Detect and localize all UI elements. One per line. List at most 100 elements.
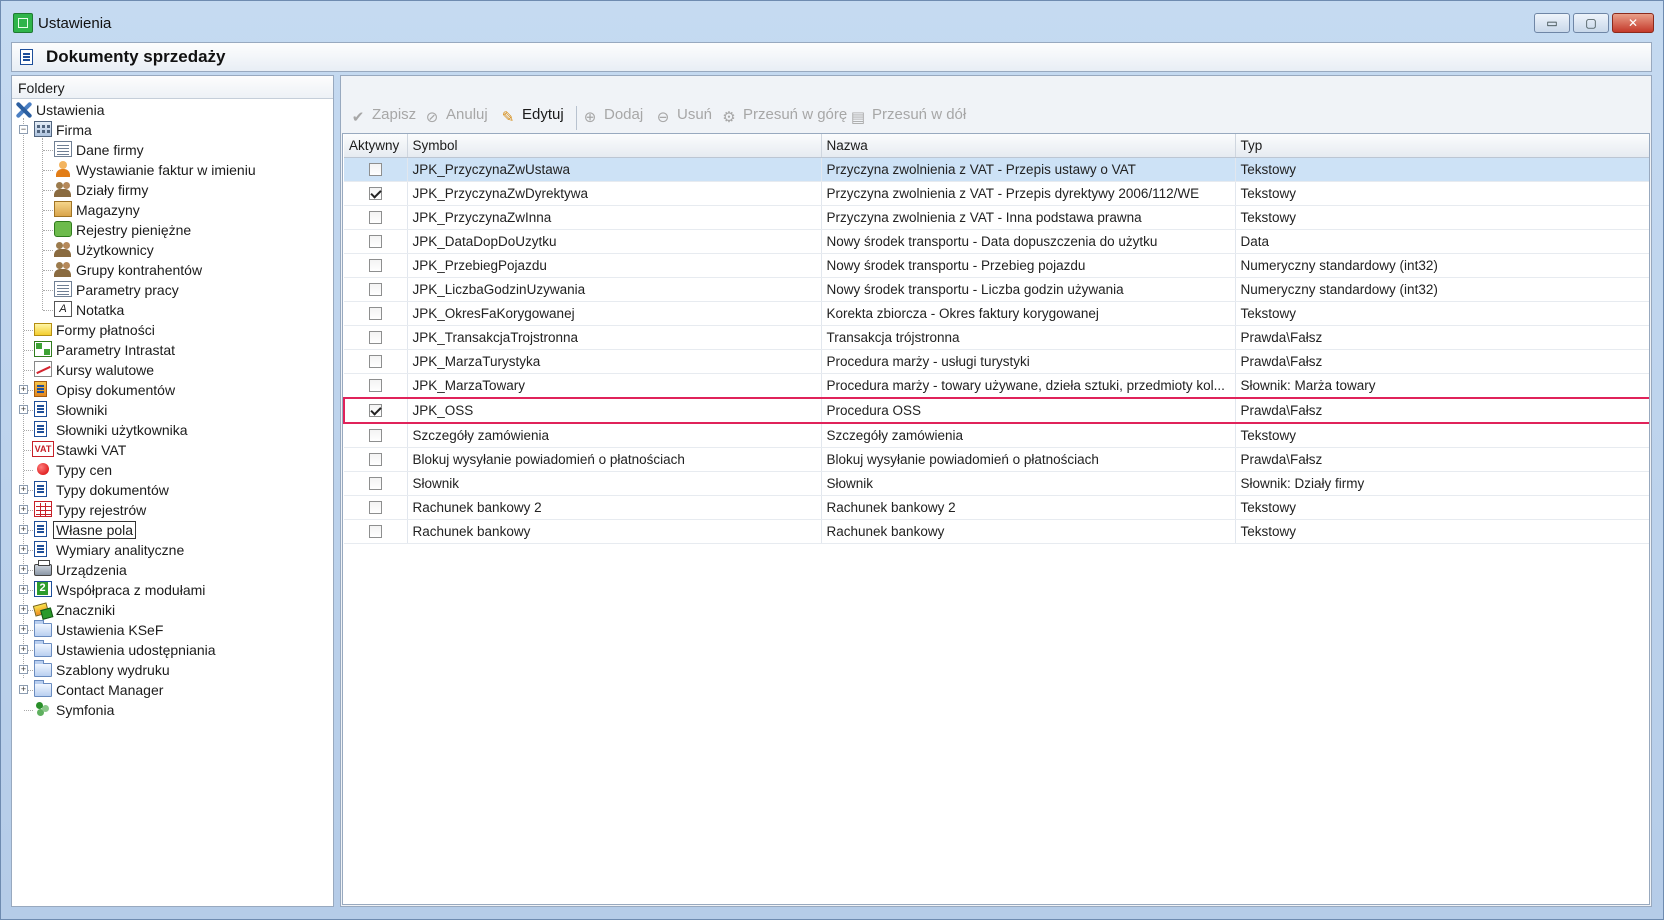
- expand-toggle[interactable]: +: [19, 605, 28, 614]
- active-cell[interactable]: [344, 349, 408, 374]
- active-checkbox[interactable]: [368, 307, 382, 320]
- active-cell[interactable]: [344, 253, 408, 278]
- toolbar-button-cancel[interactable]: ⊘ Anuluj: [423, 106, 488, 128]
- type-cell[interactable]: Tekstowy: [1235, 495, 1649, 520]
- active-cell[interactable]: [344, 423, 408, 448]
- active-cell[interactable]: [344, 157, 408, 182]
- table-row[interactable]: JPK_TransakcjaTrojstronna Transakcja trój…: [344, 325, 1649, 350]
- active-cell[interactable]: [344, 373, 408, 399]
- symbol-cell[interactable]: JPK_PrzyczynaZwUstawa: [407, 157, 822, 182]
- name-cell[interactable]: Blokuj wysyłanie powiadomień o płatności…: [821, 447, 1236, 472]
- column-header-typ[interactable]: Typ: [1235, 134, 1649, 158]
- table-row[interactable]: Szczegóły zamówienia Szczegóły zamówienia…: [344, 423, 1649, 448]
- toolbar-button-plus[interactable]: ⊕ Dodaj: [581, 106, 644, 128]
- table-row[interactable]: JPK_LiczbaGodzinUzywania Nowy środek tran…: [344, 277, 1649, 302]
- column-header-nazwa[interactable]: Nazwa: [821, 134, 1236, 158]
- table-row[interactable]: JPK_MarzaTowary Procedura marży - towary …: [344, 373, 1649, 399]
- active-checkbox[interactable]: [368, 163, 382, 176]
- name-cell[interactable]: Rachunek bankowy: [821, 519, 1236, 544]
- active-cell[interactable]: [344, 495, 408, 520]
- active-cell[interactable]: [343, 397, 408, 424]
- symbol-cell[interactable]: JPK_TransakcjaTrojstronna: [407, 325, 822, 350]
- table-row[interactable]: Blokuj wysyłanie powiadomień o płatności…: [344, 447, 1649, 472]
- active-checkbox[interactable]: [368, 331, 382, 344]
- active-checkbox[interactable]: [368, 429, 382, 442]
- active-cell[interactable]: [344, 229, 408, 254]
- symbol-cell[interactable]: Rachunek bankowy: [407, 519, 822, 544]
- table-row[interactable]: JPK_PrzebiegPojazdu Nowy środek transport…: [344, 253, 1649, 278]
- type-cell[interactable]: Tekstowy: [1235, 181, 1649, 206]
- type-cell[interactable]: Numeryczny standardowy (int32): [1235, 253, 1649, 278]
- active-cell[interactable]: [344, 325, 408, 350]
- type-cell[interactable]: Tekstowy: [1235, 423, 1649, 448]
- active-checkbox[interactable]: [368, 187, 382, 200]
- symbol-cell[interactable]: Blokuj wysyłanie powiadomień o płatności…: [407, 447, 822, 472]
- type-cell[interactable]: Tekstowy: [1235, 519, 1649, 544]
- table-row[interactable]: Rachunek bankowy Rachunek bankowy Tekstowy: [344, 519, 1649, 544]
- table-row[interactable]: JPK_OSS Procedura OSS Prawda\Fałsz: [343, 397, 1649, 424]
- name-cell[interactable]: Szczegóły zamówienia: [821, 423, 1236, 448]
- table-row[interactable]: Rachunek bankowy 2 Rachunek bankowy 2 Teks…: [344, 495, 1649, 520]
- active-cell[interactable]: [344, 301, 408, 326]
- active-checkbox[interactable]: [368, 211, 382, 224]
- toolbar-button-pencil[interactable]: ✎ Edytuj: [499, 106, 564, 128]
- symbol-cell[interactable]: JPK_PrzyczynaZwInna: [407, 205, 822, 230]
- table-row[interactable]: JPK_DataDopDoUzytku Nowy środek transport…: [344, 229, 1649, 254]
- name-cell[interactable]: Procedura marży - usługi turystyki: [821, 349, 1236, 374]
- name-cell[interactable]: Procedura marży - towary używane, dzieła…: [821, 373, 1236, 399]
- toolbar-button-move-down[interactable]: ▤ Przesuń w dół: [849, 106, 966, 128]
- active-checkbox[interactable]: [368, 235, 382, 248]
- name-cell[interactable]: Procedura OSS: [821, 397, 1236, 424]
- name-cell[interactable]: Przyczyna zwolnienia z VAT - Przepis ust…: [821, 157, 1236, 182]
- symbol-cell[interactable]: JPK_OSS: [407, 397, 822, 424]
- toolbar-button-minus[interactable]: ⊖ Usuń: [654, 106, 712, 128]
- symbol-cell[interactable]: Słownik: [407, 471, 822, 496]
- active-checkbox[interactable]: [368, 477, 382, 490]
- expand-toggle[interactable]: +: [19, 505, 28, 514]
- expand-toggle[interactable]: +: [19, 485, 28, 494]
- name-cell[interactable]: Słownik: [821, 471, 1236, 496]
- active-checkbox[interactable]: [368, 525, 382, 538]
- symbol-cell[interactable]: Szczegóły zamówienia: [407, 423, 822, 448]
- active-cell[interactable]: [344, 471, 408, 496]
- name-cell[interactable]: Transakcja trójstronna: [821, 325, 1236, 350]
- expand-toggle[interactable]: +: [19, 565, 28, 574]
- expand-toggle[interactable]: +: [19, 665, 28, 674]
- table-row[interactable]: JPK_PrzyczynaZwUstawa Przyczyna zwolnieni…: [344, 157, 1649, 182]
- active-cell[interactable]: [344, 181, 408, 206]
- type-cell[interactable]: Tekstowy: [1235, 301, 1649, 326]
- active-checkbox[interactable]: [368, 501, 382, 514]
- type-cell[interactable]: Prawda\Fałsz: [1235, 397, 1649, 424]
- type-cell[interactable]: Data: [1235, 229, 1649, 254]
- active-cell[interactable]: [344, 519, 408, 544]
- type-cell[interactable]: Tekstowy: [1235, 157, 1649, 182]
- name-cell[interactable]: Przyczyna zwolnienia z VAT - Przepis dyr…: [821, 181, 1236, 206]
- name-cell[interactable]: Rachunek bankowy 2: [821, 495, 1236, 520]
- expand-toggle[interactable]: +: [19, 545, 28, 554]
- type-cell[interactable]: Prawda\Fałsz: [1235, 349, 1649, 374]
- symbol-cell[interactable]: Rachunek bankowy 2: [407, 495, 822, 520]
- type-cell[interactable]: Prawda\Fałsz: [1235, 447, 1649, 472]
- expand-toggle[interactable]: +: [19, 585, 28, 594]
- toolbar-button-move-up[interactable]: ⚙ Przesuń w górę: [720, 106, 847, 128]
- table-row[interactable]: JPK_PrzyczynaZwInna Przyczyna zwolnienia …: [344, 205, 1649, 230]
- type-cell[interactable]: Numeryczny standardowy (int32): [1235, 277, 1649, 302]
- expand-toggle[interactable]: +: [19, 405, 28, 414]
- minimize-button[interactable]: ▭: [1534, 13, 1570, 33]
- symbol-cell[interactable]: JPK_MarzaTurystyka: [407, 349, 822, 374]
- close-button[interactable]: ✕: [1612, 13, 1654, 33]
- expand-toggle[interactable]: +: [19, 385, 28, 394]
- expand-toggle[interactable]: +: [19, 685, 28, 694]
- name-cell[interactable]: Nowy środek transportu - Przebieg pojazd…: [821, 253, 1236, 278]
- name-cell[interactable]: Nowy środek transportu - Liczba godzin u…: [821, 277, 1236, 302]
- symbol-cell[interactable]: JPK_PrzyczynaZwDyrektywa: [407, 181, 822, 206]
- active-checkbox[interactable]: [368, 355, 382, 368]
- table-row[interactable]: Słownik Słownik Słownik: Działy firmy: [344, 471, 1649, 496]
- expand-toggle[interactable]: +: [19, 645, 28, 654]
- active-checkbox[interactable]: [369, 404, 383, 417]
- name-cell[interactable]: Nowy środek transportu - Data dopuszczen…: [821, 229, 1236, 254]
- type-cell[interactable]: Słownik: Marża towary: [1235, 373, 1649, 399]
- collapse-toggle[interactable]: −: [19, 125, 28, 134]
- column-header-aktywny[interactable]: Aktywny: [344, 134, 408, 158]
- type-cell[interactable]: Prawda\Fałsz: [1235, 325, 1649, 350]
